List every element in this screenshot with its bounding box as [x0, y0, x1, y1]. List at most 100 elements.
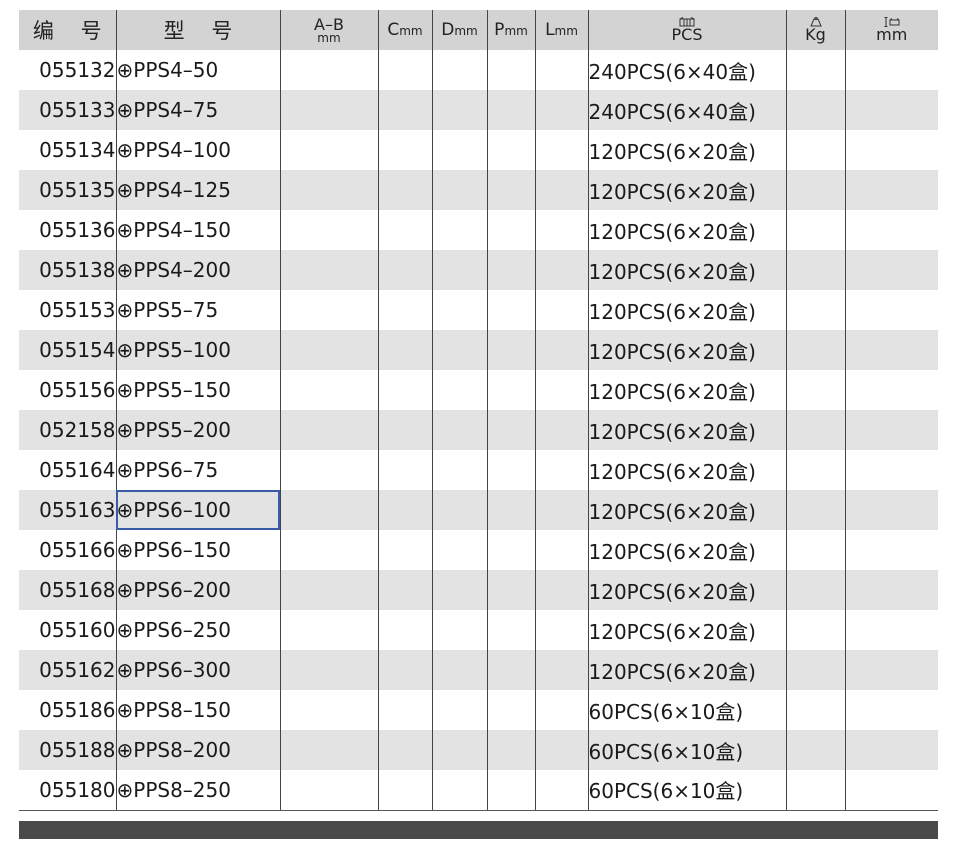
cell-d	[431, 690, 488, 730]
header-pack: PCS	[587, 10, 787, 50]
cell-ab	[279, 770, 379, 811]
cell-pack: 120PCS(6×20盒)	[587, 650, 787, 690]
cell-pack: 120PCS(6×20盒)	[587, 210, 787, 250]
cell-model: ⊕PPS5–75	[115, 290, 281, 330]
cell-d	[431, 610, 488, 650]
cell-model: ⊕PPS5–100	[115, 330, 281, 370]
cell-weight	[785, 690, 846, 730]
cell-d	[431, 330, 488, 370]
cell-ab	[279, 90, 379, 130]
cell-c	[377, 130, 433, 170]
cell-pack: 120PCS(6×20盒)	[587, 370, 787, 410]
header-size-unit: mm	[876, 25, 908, 44]
cell-c	[377, 50, 433, 90]
cell-c	[377, 770, 433, 811]
table-row: 055156 ⊕PPS5–150 120PCS(6×20盒)	[19, 370, 938, 410]
cell-d	[431, 570, 488, 610]
cell-weight	[785, 130, 846, 170]
cell-d	[431, 770, 488, 811]
cell-weight	[785, 530, 846, 570]
cell-model-text: ⊕PPS6–200	[116, 578, 231, 602]
cell-size	[844, 730, 938, 770]
cell-pack: 120PCS(6×20盒)	[587, 610, 787, 650]
cell-d	[431, 650, 488, 690]
cell-d	[431, 50, 488, 90]
cell-code: 055188	[19, 730, 117, 770]
cell-ab	[279, 50, 379, 90]
table-row: 055180 ⊕PPS8–250 60PCS(6×10盒)	[19, 770, 938, 811]
cell-c	[377, 370, 433, 410]
cell-pack-text: 120PCS(6×20盒)	[588, 139, 756, 164]
cell-model-text: ⊕PPS6–250	[116, 618, 231, 642]
cell-weight	[785, 210, 846, 250]
cell-c	[377, 570, 433, 610]
cell-code-text: 055154	[39, 338, 116, 362]
cell-model-text: ⊕PPS4–150	[116, 218, 231, 242]
header-l-unit: mm	[554, 24, 578, 38]
cell-d	[431, 370, 488, 410]
cell-c	[377, 730, 433, 770]
table-row: 055164 ⊕PPS6–75 120PCS(6×20盒)	[19, 450, 938, 490]
cell-model: ⊕PPS5–200	[115, 410, 281, 450]
cell-c	[377, 410, 433, 450]
cell-c	[377, 250, 433, 290]
cell-code: 055163	[19, 490, 117, 530]
cell-model: ⊕PPS4–200	[115, 250, 281, 290]
cell-d	[431, 490, 488, 530]
cell-ab	[279, 370, 379, 410]
cell-ab	[279, 170, 379, 210]
cell-d	[431, 250, 488, 290]
cell-code-text: 055180	[39, 777, 116, 802]
cell-weight	[785, 290, 846, 330]
cell-size	[844, 530, 938, 570]
cell-ab	[279, 690, 379, 730]
cell-c	[377, 690, 433, 730]
table-row: 055186 ⊕PPS8–150 60PCS(6×10盒)	[19, 690, 938, 730]
cell-c	[377, 210, 433, 250]
table-row: 055153 ⊕PPS5–75 120PCS(6×20盒)	[19, 290, 938, 330]
cell-model: ⊕PPS6–200	[115, 570, 281, 610]
cell-size	[844, 650, 938, 690]
cell-l	[534, 170, 589, 210]
cell-code-text: 055136	[39, 218, 116, 242]
cell-d	[431, 730, 488, 770]
cell-l	[534, 410, 589, 450]
cell-l	[534, 250, 589, 290]
cell-pack-text: 120PCS(6×20盒)	[588, 179, 756, 204]
cell-pack: 120PCS(6×20盒)	[587, 410, 787, 450]
header-size: mm	[844, 10, 938, 50]
cell-weight	[785, 250, 846, 290]
cell-size	[844, 570, 938, 610]
cell-p	[486, 330, 536, 370]
cell-p	[486, 410, 536, 450]
cell-weight	[785, 730, 846, 770]
cell-l	[534, 330, 589, 370]
cell-size	[844, 50, 938, 90]
cell-weight	[785, 330, 846, 370]
cell-code-text: 055135	[39, 178, 116, 202]
header-weight: Kg	[785, 10, 846, 50]
cell-ab	[279, 450, 379, 490]
cell-model-text: ⊕PPS8–250	[116, 777, 231, 802]
cell-model-text: ⊕PPS6–100	[116, 498, 231, 522]
cell-l	[534, 610, 589, 650]
cell-d	[431, 410, 488, 450]
cell-code: 055132	[19, 50, 117, 90]
header-weight-unit: Kg	[805, 25, 826, 44]
cell-code: 055154	[19, 330, 117, 370]
cell-pack-text: 120PCS(6×20盒)	[588, 299, 756, 324]
cell-ab	[279, 290, 379, 330]
cell-pack: 120PCS(6×20盒)	[587, 570, 787, 610]
cell-model-text: ⊕PPS6–75	[116, 458, 219, 482]
cell-code: 055138	[19, 250, 117, 290]
cell-code-text: 052158	[39, 418, 116, 442]
cell-model: ⊕PPS4–50	[115, 50, 281, 90]
cell-size	[844, 770, 938, 811]
cell-model: ⊕PPS8–150	[115, 690, 281, 730]
cell-c	[377, 450, 433, 490]
cell-ab	[279, 210, 379, 250]
cell-pack-text: 120PCS(6×20盒)	[588, 339, 756, 364]
cell-model: ⊕PPS6–150	[115, 530, 281, 570]
cell-pack-text: 60PCS(6×10盒)	[588, 699, 744, 724]
cell-pack: 120PCS(6×20盒)	[587, 330, 787, 370]
